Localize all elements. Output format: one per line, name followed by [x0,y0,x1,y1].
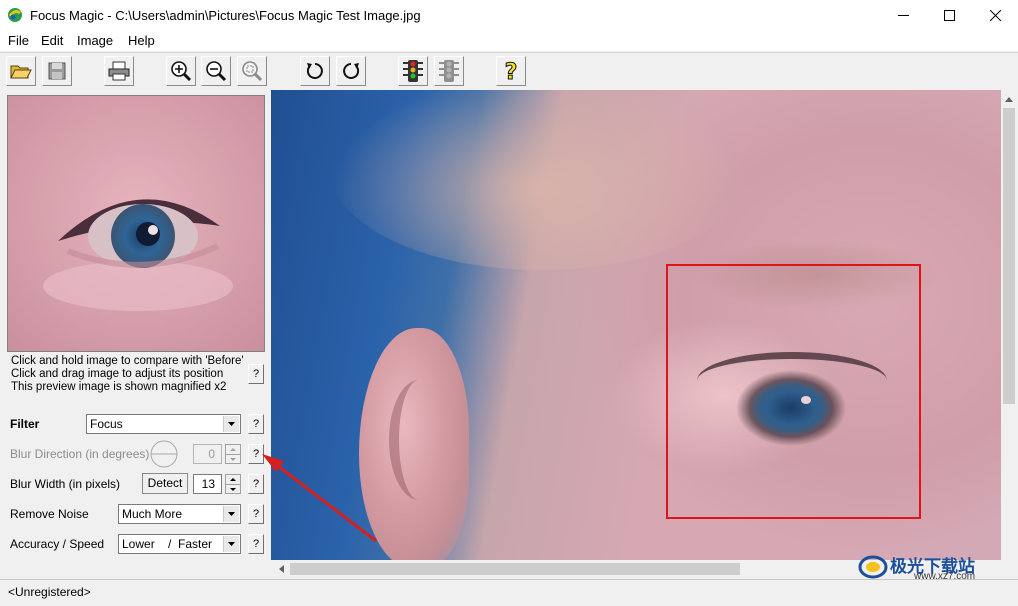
spin-down-icon [226,485,240,494]
app-logo-icon [8,8,22,22]
rotate-left-icon [306,63,323,79]
zoom-out-button[interactable] [201,56,231,86]
preview-eye-picture [8,96,264,351]
filter-select[interactable]: Focus [86,414,241,434]
stop-button[interactable] [434,56,464,86]
remove-noise-value: Much More [122,507,183,521]
blur-width-help-button[interactable]: ? [248,474,264,494]
filter-value: Focus [90,417,123,431]
blur-direction-input[interactable]: 0 [193,444,222,464]
rotate-right-icon [343,63,360,79]
help-icon: ? [504,60,518,84]
watermark: 极光下载站 www.xz7.com [858,552,1018,582]
help-button[interactable]: ? [496,56,526,86]
spin-up-icon [226,475,240,485]
horizontal-scroll-thumb[interactable] [290,563,740,575]
preview-help-button[interactable]: ? [248,364,264,384]
watermark-logo-icon [858,555,888,579]
print-button[interactable] [104,56,134,86]
vertical-scroll-thumb[interactable] [1003,108,1015,404]
traffic-light-icon [403,60,423,82]
blur-width-label: Blur Width (in pixels) [10,477,121,491]
spin-down-icon [226,455,240,464]
rotate-right-button[interactable] [336,56,366,86]
open-button[interactable] [6,56,36,86]
status-text: <Unregistered> [8,585,91,599]
photo-ear-inner [389,380,449,500]
save-button[interactable] [42,56,72,86]
minimize-button[interactable] [880,0,926,31]
accuracy-speed-label: Accuracy / Speed [10,537,105,551]
menu-bar: File Edit Image Help [0,31,1018,51]
blur-direction-spinner[interactable] [225,444,241,464]
status-bar: <Unregistered> [0,579,1018,606]
preview-hint-1: Click and hold image to compare with 'Be… [11,355,244,367]
spin-up-icon [226,445,240,455]
save-icon [48,62,66,80]
title-bar: Focus Magic - C:\Users\admin\Pictures\Fo… [0,0,1018,31]
blur-width-spinner[interactable] [225,474,241,494]
zoom-fit-button[interactable] [237,56,267,86]
blur-direction-help-button[interactable]: ? [248,444,264,464]
svg-text:?: ? [505,60,518,83]
close-button[interactable] [972,0,1018,31]
preview-hint-2: Click and drag image to adjust its posit… [11,368,224,380]
direction-dial-icon [150,440,178,468]
accuracy-speed-select[interactable]: Lower / Faster [118,534,241,554]
watermark-url: www.xz7.com [914,571,976,582]
menu-image[interactable]: Image [77,33,113,48]
accuracy-speed-value: Lower / Faster [122,537,213,551]
menu-file[interactable]: File [8,33,29,48]
chevron-down-icon [223,506,239,522]
image-canvas[interactable] [271,90,1001,560]
preview-image[interactable] [7,95,265,352]
window-title: Focus Magic - C:\Users\admin\Pictures\Fo… [30,8,421,23]
chevron-down-icon [223,536,239,552]
zoom-out-icon [206,61,227,82]
minimize-icon [897,15,909,16]
detect-button[interactable]: Detect [142,473,188,494]
traffic-light-disabled-icon [439,60,459,82]
photo-hair-region [331,90,751,270]
filter-help-button[interactable]: ? [248,414,264,434]
print-icon [108,61,130,81]
maximize-button[interactable] [926,0,972,31]
zoom-in-button[interactable] [166,56,196,86]
blur-width-input[interactable]: 13 [193,474,222,494]
zoom-in-icon [171,61,192,82]
remove-noise-label: Remove Noise [10,507,89,521]
chevron-down-icon [223,416,239,432]
settings-panel: Click and hold image to compare with 'Be… [0,90,271,578]
scroll-up-icon[interactable] [1003,93,1015,105]
scroll-left-icon[interactable] [275,563,287,575]
remove-noise-help-button[interactable]: ? [248,504,264,524]
accuracy-speed-help-button[interactable]: ? [248,534,264,554]
blur-direction-label: Blur Direction (in degrees) [10,447,150,461]
zoom-fit-icon [242,61,263,82]
process-button[interactable] [398,56,428,86]
filter-label: Filter [10,417,40,431]
rotate-left-button[interactable] [300,56,330,86]
menu-edit[interactable]: Edit [41,33,63,48]
maximize-icon [943,10,955,21]
menu-help[interactable]: Help [128,33,155,48]
preview-selection-box[interactable] [666,264,921,519]
toolbar: ? [0,52,1018,91]
preview-hint-3: This preview image is shown magnified x2 [11,381,227,393]
remove-noise-select[interactable]: Much More [118,504,241,524]
open-icon [10,65,32,79]
close-icon [989,10,1001,21]
